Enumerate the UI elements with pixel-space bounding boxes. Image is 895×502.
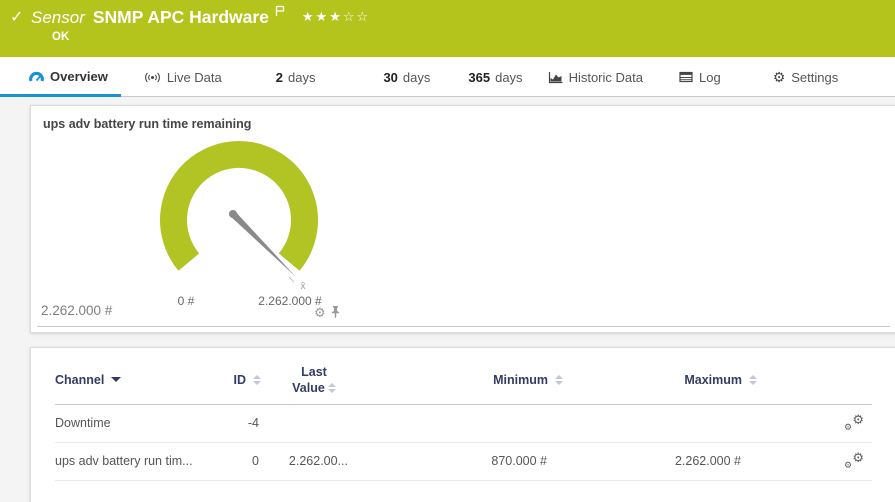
channel-name-cell: ups adv battery run tim... (55, 442, 227, 480)
gauge-max-label: 2.262.000 # (258, 294, 322, 308)
gauge-arc (160, 141, 318, 271)
column-header-actions (757, 356, 872, 404)
gauge-needle-hub (229, 210, 237, 218)
gauge-average-marker: x̄ (301, 281, 306, 292)
tab-30-days-label: days (403, 70, 430, 85)
sort-toggle-icon (749, 375, 757, 385)
tab-bar: Overview Live Data 2 days 30 days 365 da… (0, 57, 895, 97)
gauge-widget-controls: ⚙ (314, 305, 341, 319)
tab-30-days-number: 30 (383, 70, 397, 85)
channel-settings-gears-icon[interactable]: ⚙⚙ (844, 414, 864, 430)
tab-log[interactable]: Log (679, 57, 721, 97)
tab-historic-data[interactable]: Historic Data (548, 57, 643, 97)
area-chart-icon (548, 71, 563, 84)
sort-desc-icon (111, 377, 121, 382)
flag-icon[interactable] (274, 5, 286, 17)
sensor-title-line: Sensor SNMP APC Hardware ★★★☆☆ (31, 7, 370, 28)
tab-365-days[interactable]: 365 days (468, 57, 522, 97)
tab-365-days-number: 365 (468, 70, 490, 85)
channel-last-value-cell (261, 404, 367, 442)
channel-maximum-cell (563, 404, 757, 442)
channel-table-header-row: Channel ID Last Value Minimum Maximum (55, 356, 872, 404)
tab-historic-data-label: Historic Data (569, 70, 643, 85)
channel-minimum-cell (367, 404, 563, 442)
gauge-min-label: 0 # (178, 294, 195, 308)
priority-stars[interactable]: ★★★☆☆ (302, 9, 370, 25)
column-header-minimum-label: Minimum (493, 373, 548, 387)
column-header-channel-label: Channel (55, 373, 104, 387)
sort-toggle-icon (328, 383, 336, 393)
gauge-settings-gear-icon[interactable]: ⚙ (314, 306, 326, 319)
table-row-battery-runtime: ups adv battery run tim... 0 2.262.00...… (55, 442, 872, 480)
channel-minimum-cell: 870.000 # (367, 442, 563, 480)
gauge-pin-icon[interactable] (330, 305, 341, 319)
gauge-current-value: 2.262.000 # (41, 303, 112, 318)
gauge-title: ups adv battery run time remaining (43, 117, 251, 131)
gauge-panel: ups adv battery run time remaining x̄ 0 … (30, 105, 895, 333)
column-header-maximum[interactable]: Maximum (563, 356, 757, 404)
sort-toggle-icon (253, 375, 261, 385)
channel-table-panel: Channel ID Last Value Minimum Maximum (30, 347, 895, 502)
column-header-channel[interactable]: Channel (55, 356, 227, 404)
column-header-last-value-label: Last Value (292, 365, 327, 395)
channel-maximum-cell: 2.262.000 # (563, 442, 757, 480)
channel-id-cell: -4 (227, 404, 261, 442)
sensor-status-header: ✓ Sensor SNMP APC Hardware ★★★☆☆ OK (0, 0, 895, 57)
column-header-id-label: ID (234, 373, 247, 387)
sensor-title: SNMP APC Hardware (93, 7, 269, 28)
column-header-last-value[interactable]: Last Value (261, 356, 367, 404)
tab-live-data-label: Live Data (167, 70, 222, 85)
sensor-type-label: Sensor (31, 8, 85, 28)
sensor-status-text: OK (52, 31, 69, 43)
tab-30-days[interactable]: 30 days (383, 57, 430, 97)
battery-runtime-gauge: x̄ 0 # 2.262.000 # (134, 115, 344, 310)
channel-name-cell: Downtime (55, 404, 227, 442)
log-list-icon (679, 71, 693, 83)
column-header-id[interactable]: ID (227, 356, 261, 404)
tab-overview[interactable]: Overview (0, 57, 121, 97)
channel-id-cell: 0 (227, 442, 261, 480)
tab-log-label: Log (699, 70, 721, 85)
ok-check-icon: ✓ (10, 7, 23, 27)
sort-toggle-icon (555, 375, 563, 385)
channel-table: Channel ID Last Value Minimum Maximum (55, 356, 872, 481)
tab-live-data[interactable]: Live Data (144, 57, 222, 97)
channel-settings-gears-icon[interactable]: ⚙⚙ (844, 452, 864, 468)
tab-365-days-label: days (495, 70, 522, 85)
tab-2-days-number: 2 (276, 70, 283, 85)
tab-2-days[interactable]: 2 days (276, 57, 316, 97)
tab-settings-label: Settings (791, 70, 838, 85)
gauge-needle (230, 211, 296, 277)
tab-settings[interactable]: ⚙ Settings (773, 57, 839, 97)
table-row-downtime: Downtime -4 ⚙⚙ (55, 404, 872, 442)
tab-2-days-label: days (288, 70, 315, 85)
broadcast-icon (144, 71, 161, 84)
gauge-icon (29, 70, 44, 83)
channel-last-value-cell: 2.262.00... (261, 442, 367, 480)
gauge-footer-divider (37, 326, 890, 327)
settings-gear-icon: ⚙ (773, 69, 786, 86)
column-header-minimum[interactable]: Minimum (367, 356, 563, 404)
column-header-maximum-label: Maximum (684, 373, 742, 387)
tab-overview-label: Overview (50, 69, 108, 84)
